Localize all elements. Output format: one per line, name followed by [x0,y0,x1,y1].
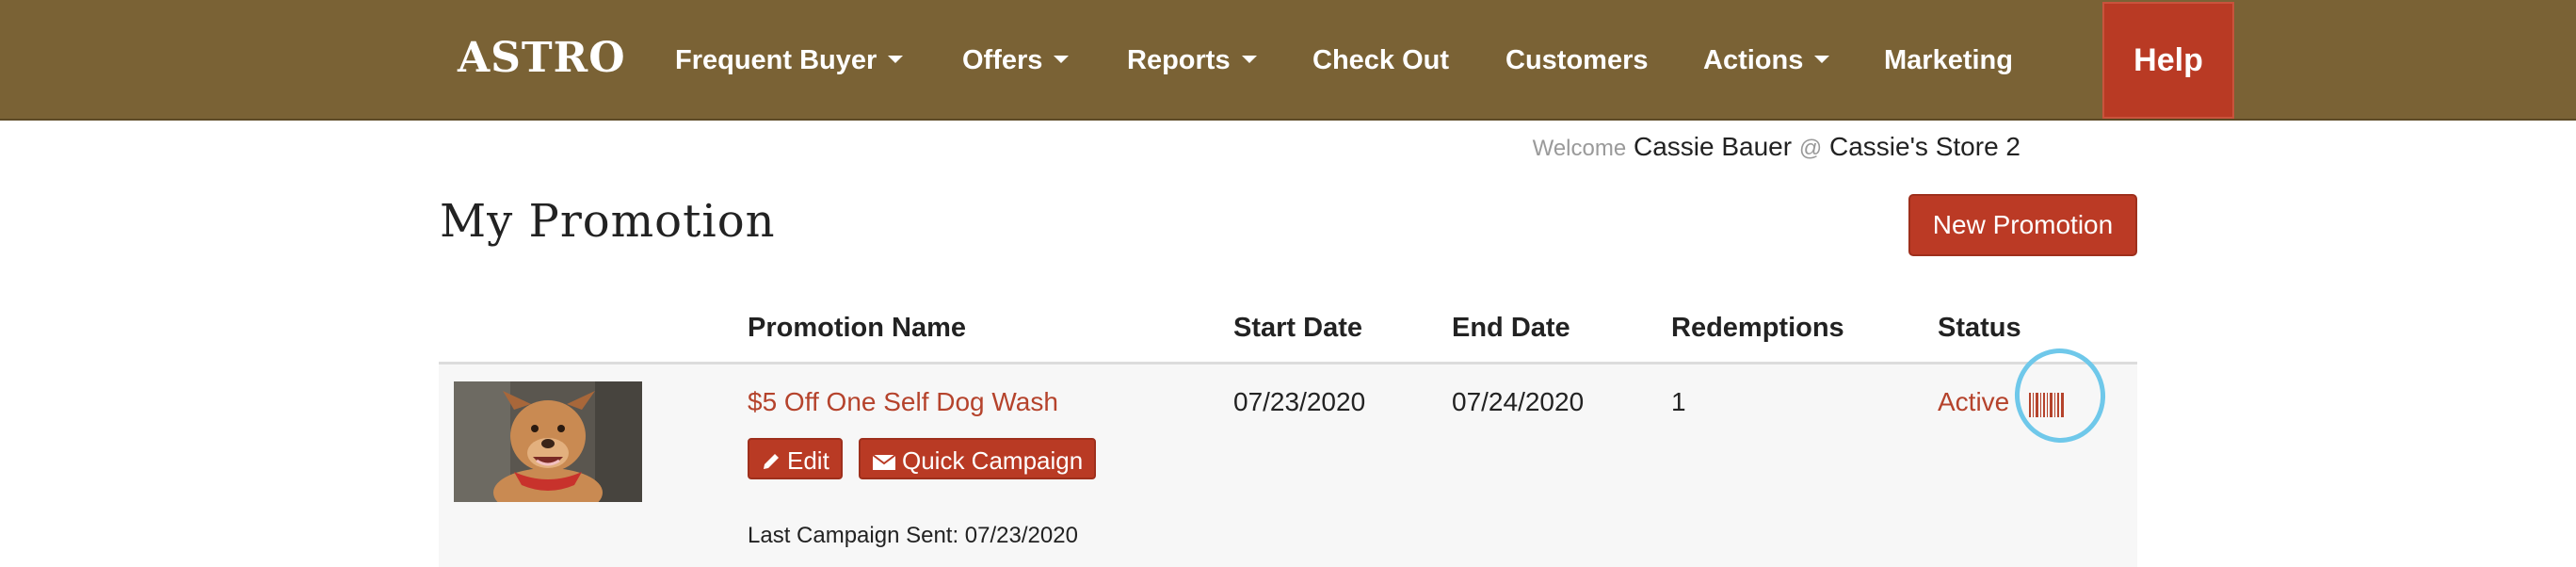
astro-logo[interactable]: ASTRO [458,32,626,85]
nav-marketing[interactable]: Marketing [1884,38,2013,83]
promotion-name-link[interactable]: $5 Off One Self Dog Wash [748,387,1058,417]
promotion-image [454,381,642,502]
column-header-start-date: Start Date [1233,313,1362,343]
at-separator: @ [1798,136,1823,161]
caret-down-icon [1054,56,1070,64]
nav-label: Reports [1127,45,1231,75]
help-button[interactable]: Help [2102,2,2234,119]
nav-frequent-buyer[interactable]: Frequent Buyer [675,38,904,83]
nav-customers[interactable]: Customers [1505,38,1649,83]
nav-label: Check Out [1312,45,1450,75]
nav-label: Marketing [1884,45,2013,75]
nav-label: Actions [1703,45,1804,75]
caret-down-icon [1814,56,1830,64]
nav-label: Frequent Buyer [675,45,877,75]
last-campaign-sent: Last Campaign Sent: 07/23/2020 [748,523,1078,548]
nav-check-out[interactable]: Check Out [1312,38,1449,83]
top-navbar: ASTRO Frequent Buyer Offers Reports Chec… [0,0,2576,121]
store-name: Cassie's Store 2 [1829,132,2021,161]
user-name: Cassie Bauer [1633,132,1793,161]
envelope-icon [872,454,896,470]
start-date: 07/23/2020 [1233,387,1366,416]
column-header-status: Status [1938,313,2021,343]
welcome-prefix: Welcome [1532,136,1627,161]
nav-offers[interactable]: Offers [962,38,1070,83]
end-date: 07/24/2020 [1452,387,1585,416]
redemptions-count: 1 [1671,387,1686,416]
new-promotion-button[interactable]: New Promotion [1908,194,2137,256]
quick-campaign-button[interactable]: Quick Campaign [859,438,1097,479]
edit-label: Edit [787,446,829,475]
nav-label: Offers [962,45,1043,75]
page-title: My Promotion [440,195,776,248]
column-header-redemptions: Redemptions [1671,313,1844,343]
pencil-icon [764,454,779,469]
column-header-promotion-name: Promotion Name [748,313,967,343]
welcome-line: Welcome Cassie Bauer @ Cassie's Store 2 [1533,128,2021,166]
edit-button[interactable]: Edit [748,438,843,479]
column-header-end-date: End Date [1452,313,1570,343]
quick-campaign-label: Quick Campaign [902,446,1084,475]
status-active[interactable]: Active [1938,387,2009,417]
table-row: $5 Off One Self Dog Wash Edit Quick Camp… [439,364,2137,567]
nav-label: Customers [1505,45,1649,75]
nav-actions[interactable]: Actions [1703,38,1830,83]
caret-down-icon [1241,56,1257,64]
nav-reports[interactable]: Reports [1127,38,1257,83]
caret-down-icon [888,56,904,64]
table-header: Promotion Name Start Date End Date Redem… [439,301,2137,364]
